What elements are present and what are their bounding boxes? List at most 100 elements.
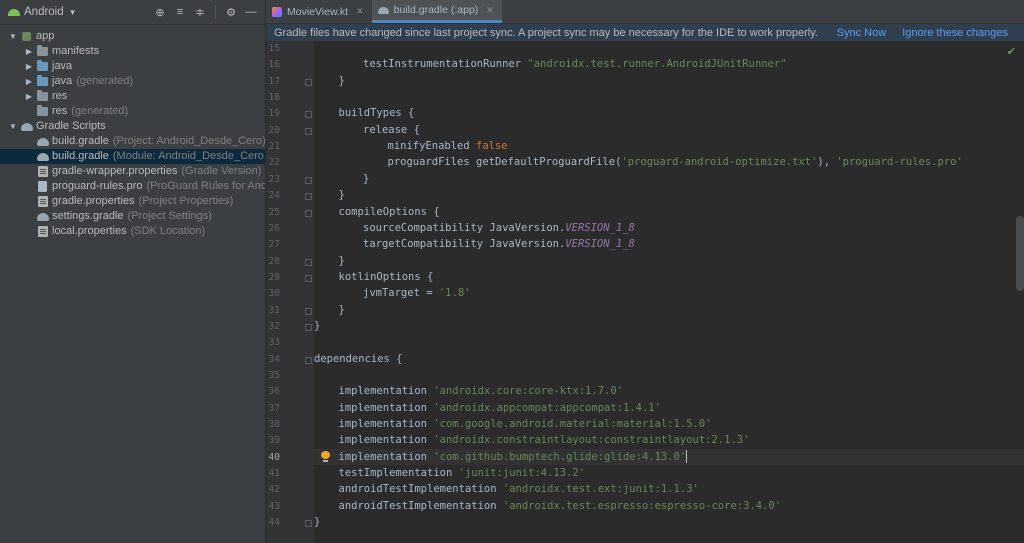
code-token: 'androidx.constraintlayout:constraintlay… [433,434,750,447]
tree-item[interactable]: ▼ Gradle Scripts [0,119,265,134]
chevron-down-icon[interactable]: ▼ [69,8,77,17]
fold-marker-icon[interactable] [305,258,312,266]
folder-icon [36,45,49,58]
fold-marker-icon[interactable] [305,274,312,282]
code-token: ), [817,156,837,169]
editor-tab[interactable]: MovieView.kt ✕ [266,0,372,23]
tree-item[interactable]: ▶build.gradle(Project: Android_Desde_Cer… [0,134,265,149]
tree-item[interactable]: ▶gradle-wrapper.properties(Gradle Versio… [0,164,265,179]
tree-item-label: java [52,60,73,72]
tree-item-hint: (ProGuard Rules for Android_Desde_Cero.a… [146,180,266,192]
code-token: 'androidx.test.espresso:espresso-core:3.… [502,499,782,512]
line-number: 28 [268,255,280,267]
code-token: "androidx.test.runner.AndroidJUnitRunner… [527,58,787,71]
tree-item-label: res [52,90,68,102]
line-number: 22 [268,157,280,169]
fold-marker-icon[interactable] [305,111,312,119]
tree-item[interactable]: ▶ java (generated) [0,74,265,89]
fold-marker-icon[interactable] [305,127,312,135]
code-token: proguardFiles getDefaultProguardFile( [387,156,622,169]
code-line: androidTestImplementation 'androidx.test… [339,498,782,514]
gear-icon[interactable]: ⚙ [223,4,239,20]
line-number: 30 [268,288,280,300]
expand-all-icon[interactable]: ≡ [172,4,188,20]
properties-file-icon [36,226,49,238]
code-editor[interactable]: testInstrumentationRunner "androidx.test… [314,41,1024,543]
lightbulb-icon[interactable] [321,450,330,462]
editor-tab[interactable]: build.gradle (:app) ✕ [371,0,502,23]
tree-item[interactable]: ▶local.properties(SDK Location) [0,224,265,239]
tree-item[interactable]: ▶res(generated) [0,104,265,119]
code-token: sourceCompatibility JavaVersion. [363,221,566,234]
line-number: 23 [268,173,280,185]
chevron-down-icon[interactable]: ▼ [8,29,18,44]
tree-item[interactable]: ▶ res [0,89,265,104]
code-token: 'androidx.core:core-ktx:1.7.0' [433,385,623,398]
chevron-right-icon[interactable]: ▶ [24,44,34,59]
code-token: implementation [338,418,434,431]
close-icon[interactable]: ✕ [356,6,364,17]
project-view-header: Android ▼ ⊕ ≡ ≑ ⚙ — [0,0,265,25]
line-number: 33 [268,337,280,349]
source-folder-icon [36,75,49,88]
line-number: 26 [268,222,280,234]
line-number: 27 [268,239,280,251]
fold-marker-icon[interactable] [305,520,312,528]
project-tree: ▼app▶manifests▶java▶java(generated)▶res▶… [0,29,265,239]
chevron-down-icon[interactable]: ▼ [8,119,18,134]
tree-item[interactable]: ▶gradle.properties(Project Properties) [0,194,265,209]
chevron-right-icon[interactable]: ▶ [24,89,34,104]
gradle-elephant-icon [20,121,33,133]
locate-file-icon[interactable]: ⊕ [152,4,168,20]
line-number: 19 [268,108,280,120]
tree-item-label: build.gradle [52,135,109,147]
code-line: } [363,171,369,187]
line-number: 43 [268,500,280,512]
code-line: implementation 'androidx.constraintlayou… [339,432,750,448]
fold-marker-icon[interactable] [305,193,312,201]
tree-item[interactable]: ▶ manifests [0,44,265,59]
close-icon[interactable]: ✕ [486,5,494,16]
line-number: 35 [268,370,280,381]
fold-marker-icon[interactable] [305,356,312,364]
fold-marker-icon[interactable] [305,307,312,315]
tree-item-hint: (SDK Location) [130,225,206,237]
vertical-scrollbar[interactable] [1016,216,1024,291]
code-token: 'com.google.android.material:material:1.… [433,418,712,431]
ignore-changes-link[interactable]: Ignore these changes [902,27,1008,39]
gradle-elephant-icon [36,136,49,148]
tree-item-label: build.gradle [52,150,109,162]
line-number: 25 [268,206,280,218]
tree-item[interactable]: ▶build.gradle(Module: Android_Desde_Cero… [0,149,265,164]
tree-item-label: proguard-rules.pro [52,180,143,192]
code-line: compileOptions { [339,204,440,220]
tree-item[interactable]: ▶ java [0,59,265,74]
code-token: } [363,172,370,185]
sync-now-link[interactable]: Sync Now [837,27,887,39]
tree-item-label: manifests [52,45,100,57]
code-token: implementation [338,385,434,398]
project-view-selector[interactable]: Android [24,6,64,18]
fold-marker-icon[interactable] [305,176,312,184]
tree-item[interactable]: ▶proguard-rules.pro(ProGuard Rules for A… [0,179,265,194]
code-line: jvmTarget = '1.8' [363,285,470,301]
gradle-elephant-icon [377,6,389,14]
fold-marker-icon[interactable] [305,209,312,217]
code-token: targetCompatibility JavaVersion. [363,238,566,251]
fold-marker-icon[interactable] [305,78,312,86]
chevron-right-icon[interactable]: ▶ [24,59,34,74]
fold-marker-icon[interactable] [305,323,312,331]
hide-icon[interactable]: — [243,4,259,20]
line-number: 41 [268,468,280,480]
code-token: testInstrumentationRunner [363,58,528,71]
code-line: } [339,73,345,89]
tree-item[interactable]: ▼ app [0,29,265,44]
code-token: } [314,319,321,332]
line-gutter: 15 16 17 18 19 20 21 22 23 24 25 26 27 28 29 30 31 32 33 34… [266,41,314,543]
line-number: 37 [268,402,280,414]
collapse-all-icon[interactable]: ≑ [192,4,208,20]
line-number: 40 [268,451,280,463]
code-token: androidTestImplementation [338,499,503,512]
chevron-right-icon[interactable]: ▶ [24,74,34,89]
tree-item[interactable]: ▶settings.gradle(Project Settings) [0,209,265,224]
